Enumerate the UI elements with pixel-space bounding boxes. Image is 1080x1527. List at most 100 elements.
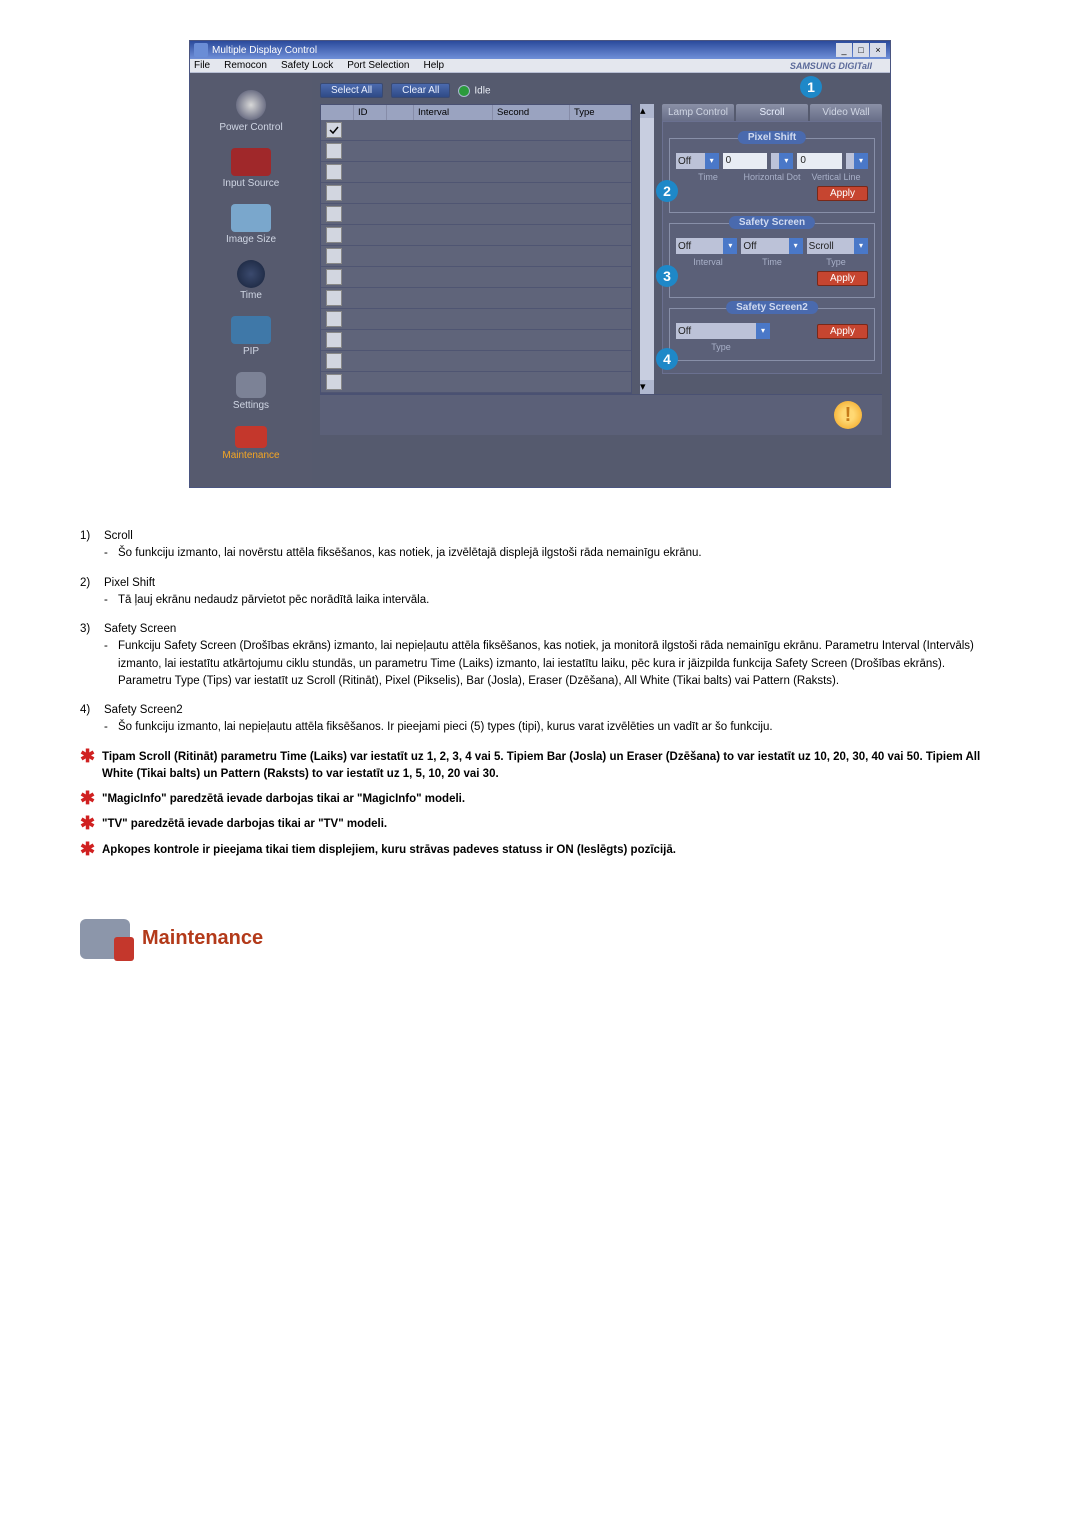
- maintenance-icon: [235, 426, 267, 448]
- sidebar-item-power-control[interactable]: Power Control: [196, 87, 306, 145]
- table-row[interactable]: [321, 330, 631, 351]
- menu-port-selection[interactable]: Port Selection: [347, 60, 409, 71]
- table-row[interactable]: [321, 288, 631, 309]
- pixel-shift-legend: Pixel Shift: [738, 131, 806, 144]
- app-icon: [194, 43, 208, 57]
- close-button[interactable]: ×: [870, 43, 886, 57]
- sidebar: Power Control Input Source Image Size Ti…: [190, 73, 312, 487]
- checkbox[interactable]: [326, 143, 342, 159]
- note-4-body: Šo funkciju izmanto, lai nepieļautu attē…: [104, 719, 1000, 736]
- minimize-button[interactable]: _: [836, 43, 852, 57]
- menu-file[interactable]: File: [194, 60, 210, 71]
- sidebar-item-time[interactable]: Time: [196, 257, 306, 313]
- checkbox[interactable]: [326, 332, 342, 348]
- safety-screen-apply-button[interactable]: Apply: [817, 271, 868, 286]
- menu-help[interactable]: Help: [423, 60, 444, 71]
- scroll-up-icon[interactable]: ▴: [640, 104, 654, 118]
- safety-screen-time-select[interactable]: Off▾: [741, 238, 802, 254]
- checkbox[interactable]: [326, 206, 342, 222]
- maximize-button[interactable]: □: [853, 43, 869, 57]
- checkbox[interactable]: [326, 227, 342, 243]
- table-row[interactable]: [321, 267, 631, 288]
- table-row[interactable]: [321, 204, 631, 225]
- sidebar-item-maintenance[interactable]: Maintenance: [196, 423, 306, 473]
- warning-icon: !: [834, 401, 862, 429]
- safety-screen2-legend: Safety Screen2: [726, 301, 818, 314]
- callout-2: 2: [656, 180, 678, 202]
- sidebar-item-image-size[interactable]: Image Size: [196, 201, 306, 257]
- scrollbar[interactable]: ▴▾: [640, 104, 654, 394]
- window-title: Multiple Display Control: [212, 45, 317, 56]
- pixel-shift-hd-input[interactable]: 0: [723, 153, 768, 169]
- note-2-title: Pixel Shift: [104, 577, 155, 589]
- table-row[interactable]: [321, 246, 631, 267]
- status-idle: Idle: [458, 85, 490, 97]
- table-row[interactable]: [321, 120, 631, 141]
- callout-3: 3: [656, 265, 678, 287]
- note-1-title: Scroll: [104, 530, 133, 542]
- tab-lamp-control[interactable]: Lamp Control: [662, 104, 734, 121]
- source-icon: [231, 148, 271, 176]
- pip-icon: [231, 316, 271, 344]
- section-heading: Maintenance: [80, 919, 1000, 959]
- safety-screen-legend: Safety Screen: [729, 216, 815, 229]
- pixel-shift-vl-stepper[interactable]: ▾: [846, 153, 868, 169]
- menu-remocon[interactable]: Remocon: [224, 60, 267, 71]
- chevron-down-icon: ▾: [756, 323, 770, 339]
- pixel-shift-time-select[interactable]: Off▾: [676, 153, 719, 169]
- checkbox[interactable]: [326, 248, 342, 264]
- display-grid: ID Interval Second Type: [320, 104, 632, 394]
- table-row[interactable]: [321, 351, 631, 372]
- safety-screen2-type-select[interactable]: Off▾: [676, 323, 770, 339]
- table-row[interactable]: [321, 183, 631, 204]
- section-title: Maintenance: [142, 927, 263, 950]
- safety-screen-group: Safety Screen Off▾ Off▾ Scroll▾ Interval…: [669, 223, 875, 298]
- table-row[interactable]: [321, 372, 631, 393]
- dial-icon: [236, 90, 266, 120]
- notes-section: 1)Scroll Šo funkciju izmanto, lai novērs…: [80, 528, 1000, 859]
- table-row[interactable]: [321, 141, 631, 162]
- pixel-shift-hd-stepper[interactable]: ▾: [771, 153, 793, 169]
- checkbox[interactable]: [326, 185, 342, 201]
- checkbox[interactable]: [326, 374, 342, 390]
- checkbox[interactable]: [326, 353, 342, 369]
- sidebar-item-pip[interactable]: PIP: [196, 313, 306, 369]
- safety-screen-interval-select[interactable]: Off▾: [676, 238, 737, 254]
- star-icon: ✱: [80, 791, 95, 805]
- checkbox[interactable]: [326, 290, 342, 306]
- scroll-down-icon[interactable]: ▾: [640, 380, 654, 394]
- table-row[interactable]: [321, 225, 631, 246]
- star-icon: ✱: [80, 816, 95, 830]
- star-note: ✱Tipam Scroll (Ritināt) parametru Time (…: [80, 749, 1000, 784]
- maintenance-section-icon: [80, 919, 130, 959]
- pixel-shift-vl-input[interactable]: 0: [797, 153, 842, 169]
- star-icon: ✱: [80, 749, 95, 763]
- table-row[interactable]: [321, 162, 631, 183]
- menubar: File Remocon Safety Lock Port Selection …: [190, 59, 890, 73]
- footer-bar: !: [320, 394, 882, 435]
- safety-screen2-apply-button[interactable]: Apply: [817, 324, 868, 339]
- sidebar-item-settings[interactable]: Settings: [196, 369, 306, 423]
- checkbox[interactable]: [326, 311, 342, 327]
- checkbox[interactable]: [326, 164, 342, 180]
- menu-safety-lock[interactable]: Safety Lock: [281, 60, 333, 71]
- tab-video-wall[interactable]: Video Wall: [810, 104, 882, 121]
- checkbox[interactable]: [326, 122, 342, 138]
- note-1-body: Šo funkciju izmanto, lai novērstu attēla…: [104, 545, 1000, 562]
- pixel-shift-apply-button[interactable]: Apply: [817, 186, 868, 201]
- note-3-title: Safety Screen: [104, 623, 176, 635]
- table-row[interactable]: [321, 309, 631, 330]
- tab-scroll[interactable]: Scroll: [736, 104, 808, 121]
- safety-screen-type-select[interactable]: Scroll▾: [807, 238, 868, 254]
- checkbox[interactable]: [326, 269, 342, 285]
- clear-all-button[interactable]: Clear All: [391, 83, 450, 98]
- select-all-button[interactable]: Select All: [320, 83, 383, 98]
- callout-4: 4: [656, 348, 678, 370]
- grid-header: ID Interval Second Type: [321, 105, 631, 120]
- callout-1: 1: [800, 76, 822, 98]
- status-dot-icon: [458, 85, 470, 97]
- chevron-down-icon: ▾: [854, 238, 868, 254]
- clock-icon: [237, 260, 265, 288]
- star-note: ✱"MagicInfo" paredzētā ievade darbojas t…: [80, 791, 1000, 808]
- sidebar-item-input-source[interactable]: Input Source: [196, 145, 306, 201]
